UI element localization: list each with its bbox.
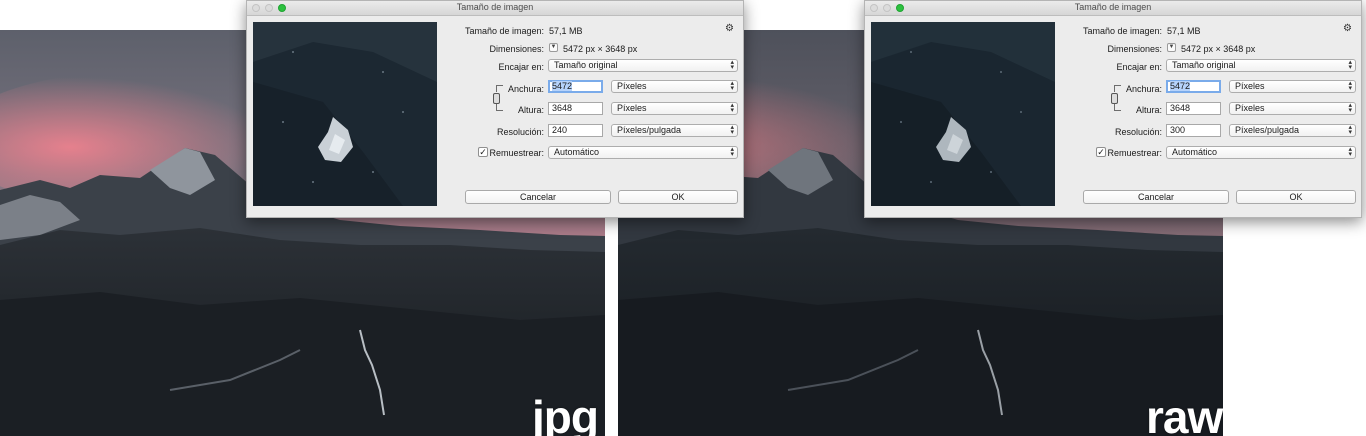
height-unit-popup[interactable]: Píxeles ▴ ▾ — [1229, 102, 1356, 115]
resolution-unit-popup[interactable]: Píxeles/pulgada ▴ ▾ — [611, 124, 738, 137]
height-label: Altura: — [517, 105, 544, 115]
width-label: Anchura: — [1125, 84, 1162, 94]
width-unit-value: Píxeles — [617, 81, 647, 91]
up-down-arrows-icon: ▴ ▾ — [730, 59, 734, 71]
dialog-title: Tamaño de imagen — [456, 2, 534, 12]
link-bracket-top — [496, 85, 503, 92]
resolution-value: 300 — [1170, 125, 1186, 135]
ok-button[interactable]: OK — [618, 190, 738, 204]
dialog-titlebar[interactable]: Tamaño de imagen — [247, 1, 743, 16]
up-down-arrows-icon: ▴ ▾ — [730, 124, 734, 136]
cancel-button[interactable]: Cancelar — [1083, 190, 1229, 204]
fit-to-value: Tamaño original — [554, 60, 618, 70]
resolution-label: Resolución: — [496, 127, 544, 137]
image-size-value: 57,1 MB — [1167, 26, 1201, 36]
image-size-dialog-jpg: Tamaño de imagen ⚙ Tamaño de imagen: 57,… — [246, 0, 744, 218]
forest-preview-image — [253, 22, 437, 206]
dimensions-value: 5472 px × 3648 px — [1181, 44, 1256, 54]
chain-link-icon[interactable] — [1111, 93, 1118, 104]
width-label: Anchura: — [507, 84, 544, 94]
chain-link-icon[interactable] — [493, 93, 500, 104]
height-unit-value: Píxeles — [1235, 103, 1265, 113]
fit-to-popup[interactable]: Tamaño original ▴ ▾ — [548, 59, 738, 72]
height-input[interactable]: 3648 — [1166, 102, 1221, 115]
checkmark-icon: ✓ — [479, 147, 487, 157]
link-bracket-bottom — [1114, 104, 1121, 111]
up-down-arrows-icon: ▴ ▾ — [1348, 102, 1352, 114]
dimensions-value: 5472 px × 3648 px — [563, 44, 638, 54]
image-preview[interactable] — [253, 22, 437, 206]
resolution-value: 240 — [552, 125, 568, 135]
height-unit-popup[interactable]: Píxeles ▴ ▾ — [611, 102, 738, 115]
resolution-unit-value: Píxeles/pulgada — [617, 125, 682, 135]
image-size-value: 57,1 MB — [549, 26, 583, 36]
width-unit-value: Píxeles — [1235, 81, 1265, 91]
ok-button[interactable]: OK — [1236, 190, 1356, 204]
raw-label: raw — [1146, 391, 1223, 436]
height-value: 3648 — [552, 103, 573, 113]
cancel-button[interactable]: Cancelar — [465, 190, 611, 204]
resample-value: Automático — [554, 147, 600, 157]
height-value: 3648 — [1170, 103, 1191, 113]
forest-preview-image — [871, 22, 1055, 206]
resample-label: Remuestrear: — [1107, 148, 1162, 158]
image-preview[interactable] — [871, 22, 1055, 206]
resolution-input[interactable]: 300 — [1166, 124, 1221, 137]
resample-label: Remuestrear: — [489, 148, 544, 158]
resolution-label: Resolución: — [1114, 127, 1162, 137]
width-value: 5472 — [552, 81, 573, 91]
width-input[interactable]: 5472 — [548, 80, 603, 93]
gear-icon[interactable]: ⚙ — [1343, 23, 1352, 34]
up-down-arrows-icon: ▴ ▾ — [1348, 59, 1352, 71]
height-input[interactable]: 3648 — [548, 102, 603, 115]
up-down-arrows-icon: ▴ ▾ — [1348, 146, 1352, 158]
resample-value: Automático — [1172, 147, 1218, 157]
resolution-unit-popup[interactable]: Píxeles/pulgada ▴ ▾ — [1229, 124, 1356, 137]
disclosure-triangle-icon[interactable]: ▼ — [1167, 43, 1176, 52]
width-unit-popup[interactable]: Píxeles ▴ ▾ — [611, 80, 738, 93]
link-bracket-top — [1114, 85, 1121, 92]
image-size-dialog-raw: Tamaño de imagen ⚙ Tamaño de imagen: 57,… — [864, 0, 1362, 218]
dimensions-label: Dimensiones: — [1107, 44, 1162, 54]
resample-popup[interactable]: Automático ▴ ▾ — [1166, 146, 1356, 159]
resolution-input[interactable]: 240 — [548, 124, 603, 137]
fit-to-label: Encajar en: — [498, 62, 544, 72]
width-value: 5472 — [1170, 81, 1191, 91]
jpg-label: jpg — [532, 391, 599, 436]
fit-to-value: Tamaño original — [1172, 60, 1236, 70]
up-down-arrows-icon: ▴ ▾ — [730, 102, 734, 114]
link-bracket-bottom — [496, 104, 503, 111]
dialog-titlebar[interactable]: Tamaño de imagen — [865, 1, 1361, 16]
resample-checkbox[interactable]: ✓ — [478, 147, 488, 157]
up-down-arrows-icon: ▴ ▾ — [1348, 80, 1352, 92]
up-down-arrows-icon: ▴ ▾ — [730, 146, 734, 158]
image-size-label: Tamaño de imagen: — [1082, 26, 1162, 36]
resample-popup[interactable]: Automático ▴ ▾ — [548, 146, 738, 159]
dialog-title: Tamaño de imagen — [1074, 2, 1152, 12]
width-input[interactable]: 5472 — [1166, 80, 1221, 93]
fit-to-popup[interactable]: Tamaño original ▴ ▾ — [1166, 59, 1356, 72]
gear-icon[interactable]: ⚙ — [725, 23, 734, 34]
up-down-arrows-icon: ▴ ▾ — [730, 80, 734, 92]
resample-checkbox[interactable]: ✓ — [1096, 147, 1106, 157]
image-size-label: Tamaño de imagen: — [464, 26, 544, 36]
disclosure-triangle-icon[interactable]: ▼ — [549, 43, 558, 52]
height-label: Altura: — [1135, 105, 1162, 115]
dimensions-label: Dimensiones: — [489, 44, 544, 54]
height-unit-value: Píxeles — [617, 103, 647, 113]
width-unit-popup[interactable]: Píxeles ▴ ▾ — [1229, 80, 1356, 93]
fit-to-label: Encajar en: — [1116, 62, 1162, 72]
resolution-unit-value: Píxeles/pulgada — [1235, 125, 1300, 135]
up-down-arrows-icon: ▴ ▾ — [1348, 124, 1352, 136]
checkmark-icon: ✓ — [1097, 147, 1105, 157]
